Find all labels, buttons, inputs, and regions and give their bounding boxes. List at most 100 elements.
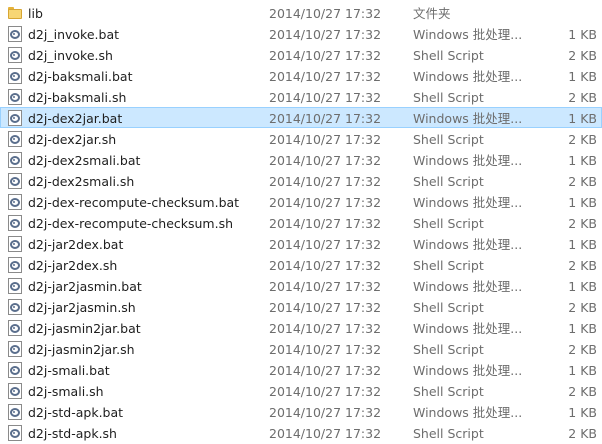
file-date-modified: 2014/10/27 17:32 — [269, 216, 382, 231]
file-row[interactable]: d2j-smali.bat 2014/10/27 17:32 Windows 批处理… — [0, 359, 602, 380]
script-file-icon — [7, 362, 23, 378]
file-name: d2j-smali.sh — [28, 384, 104, 399]
file-size: 1 KB — [568, 27, 597, 42]
file-name: d2j-std-apk.sh — [28, 426, 117, 441]
file-name: d2j-smali.bat — [28, 363, 110, 378]
file-date-modified: 2014/10/27 17:32 — [269, 384, 382, 399]
file-size: 2 KB — [568, 258, 597, 273]
file-name: d2j-baksmali.sh — [28, 90, 127, 105]
file-type: Windows 批处理... — [413, 405, 523, 420]
file-date-modified: 2014/10/27 17:32 — [269, 279, 382, 294]
file-size: 1 KB — [568, 405, 597, 420]
file-type: Shell Script — [413, 90, 484, 105]
file-row[interactable]: d2j-jar2jasmin.bat 2014/10/27 17:32 Window… — [0, 275, 602, 296]
file-date-modified: 2014/10/27 17:32 — [269, 237, 382, 252]
script-file-icon — [7, 404, 23, 420]
file-type: Windows 批处理... — [413, 195, 523, 210]
file-type: Windows 批处理... — [413, 279, 523, 294]
script-file-icon — [7, 89, 23, 105]
file-row[interactable]: d2j-jar2dex.bat 2014/10/27 17:32 Windows 批… — [0, 233, 602, 254]
file-date-modified: 2014/10/27 17:32 — [269, 300, 382, 315]
file-date-modified: 2014/10/27 17:32 — [269, 27, 382, 42]
file-size: 1 KB — [568, 153, 597, 168]
file-size: 1 KB — [568, 279, 597, 294]
file-size: 2 KB — [568, 90, 597, 105]
file-size: 2 KB — [568, 216, 597, 231]
file-type: Windows 批处理... — [413, 111, 523, 126]
file-name: d2j-jar2dex.bat — [28, 237, 124, 252]
file-row[interactable]: d2j-std-apk.bat 2014/10/27 17:32 Windows 批… — [0, 401, 602, 422]
file-row[interactable]: d2j-std-apk.sh 2014/10/27 17:32 Shell Scri… — [0, 422, 602, 443]
script-file-icon — [7, 278, 23, 294]
file-date-modified: 2014/10/27 17:32 — [269, 258, 382, 273]
file-size: 1 KB — [568, 195, 597, 210]
file-date-modified: 2014/10/27 17:32 — [269, 6, 382, 21]
script-file-icon — [7, 110, 23, 126]
file-row[interactable]: d2j-jar2dex.sh 2014/10/27 17:32 Shell Scri… — [0, 254, 602, 275]
file-name: d2j-jar2jasmin.bat — [28, 279, 142, 294]
script-file-icon — [7, 68, 23, 84]
file-date-modified: 2014/10/27 17:32 — [269, 174, 382, 189]
file-size: 2 KB — [568, 48, 597, 63]
file-date-modified: 2014/10/27 17:32 — [269, 69, 382, 84]
file-size: 2 KB — [568, 132, 597, 147]
file-type: Windows 批处理... — [413, 321, 523, 336]
file-date-modified: 2014/10/27 17:32 — [269, 153, 382, 168]
file-type: Shell Script — [413, 48, 484, 63]
file-row[interactable]: lib 2014/10/27 17:32 文件夹 — [0, 2, 602, 23]
file-row[interactable]: d2j-dex2jar.sh 2014/10/27 17:32 Shell Scri… — [0, 128, 602, 149]
file-name: d2j-baksmali.bat — [28, 69, 133, 84]
file-type: Windows 批处理... — [413, 237, 523, 252]
file-name: d2j-dex-recompute-checksum.bat — [28, 195, 240, 210]
file-date-modified: 2014/10/27 17:32 — [269, 111, 382, 126]
script-file-icon — [7, 236, 23, 252]
file-type: Shell Script — [413, 216, 484, 231]
file-size: 1 KB — [568, 111, 597, 126]
file-type: Shell Script — [413, 426, 484, 441]
file-date-modified: 2014/10/27 17:32 — [269, 132, 382, 147]
file-row[interactable]: d2j-dex2smali.sh 2014/10/27 17:32 Shell Sc… — [0, 170, 602, 191]
script-file-icon — [7, 131, 23, 147]
file-type: Windows 批处理... — [413, 27, 523, 42]
file-date-modified: 2014/10/27 17:32 — [269, 90, 382, 105]
file-row[interactable]: d2j-dex-recompute-checksum.sh 2014/10/27 … — [0, 212, 602, 233]
file-size: 1 KB — [568, 69, 597, 84]
file-row[interactable]: d2j-baksmali.sh 2014/10/27 17:32 Shell Scr… — [0, 86, 602, 107]
script-file-icon — [7, 26, 23, 42]
folder-icon — [7, 5, 23, 21]
file-size: 2 KB — [568, 174, 597, 189]
file-type: Windows 批处理... — [413, 363, 523, 378]
file-name: d2j-dex2jar.bat — [28, 111, 123, 126]
script-file-icon — [7, 152, 23, 168]
script-file-icon — [7, 299, 23, 315]
file-name: d2j-jar2dex.sh — [28, 258, 118, 273]
file-date-modified: 2014/10/27 17:32 — [269, 363, 382, 378]
file-row[interactable]: d2j_invoke.bat 2014/10/27 17:32 Windows 批处… — [0, 23, 602, 44]
file-name: d2j-dex2smali.bat — [28, 153, 141, 168]
file-row[interactable]: d2j-jar2jasmin.sh 2014/10/27 17:32 Shell S… — [0, 296, 602, 317]
file-name: d2j-dex-recompute-checksum.sh — [28, 216, 234, 231]
file-type: Shell Script — [413, 132, 484, 147]
file-size: 2 KB — [568, 342, 597, 357]
file-name: d2j_invoke.sh — [28, 48, 113, 63]
script-file-icon — [7, 47, 23, 63]
file-row[interactable]: d2j-baksmali.bat 2014/10/27 17:32 Windows … — [0, 65, 602, 86]
file-row[interactable]: d2j-jasmin2jar.sh 2014/10/27 17:32 Shell S… — [0, 338, 602, 359]
file-date-modified: 2014/10/27 17:32 — [269, 342, 382, 357]
file-type: 文件夹 — [413, 6, 451, 21]
file-row[interactable]: d2j-dex-recompute-checksum.bat 2014/10/27… — [0, 191, 602, 212]
file-date-modified: 2014/10/27 17:32 — [269, 405, 382, 420]
file-row[interactable]: d2j-jasmin2jar.bat 2014/10/27 17:32 Window… — [0, 317, 602, 338]
file-row[interactable]: d2j_invoke.sh 2014/10/27 17:32 Shell Scrip… — [0, 44, 602, 65]
file-type: Shell Script — [413, 174, 484, 189]
file-row[interactable]: d2j-dex2smali.bat 2014/10/27 17:32 Windows… — [0, 149, 602, 170]
file-size: 2 KB — [568, 300, 597, 315]
file-row[interactable]: d2j-smali.sh 2014/10/27 17:32 Shell Script… — [0, 380, 602, 401]
file-size: 2 KB — [568, 384, 597, 399]
script-file-icon — [7, 383, 23, 399]
file-row[interactable]: d2j-dex2jar.bat 2014/10/27 17:32 Windows 批… — [0, 107, 602, 128]
file-size: 2 KB — [568, 426, 597, 441]
file-date-modified: 2014/10/27 17:32 — [269, 195, 382, 210]
file-type: Windows 批处理... — [413, 69, 523, 84]
file-date-modified: 2014/10/27 17:32 — [269, 426, 382, 441]
